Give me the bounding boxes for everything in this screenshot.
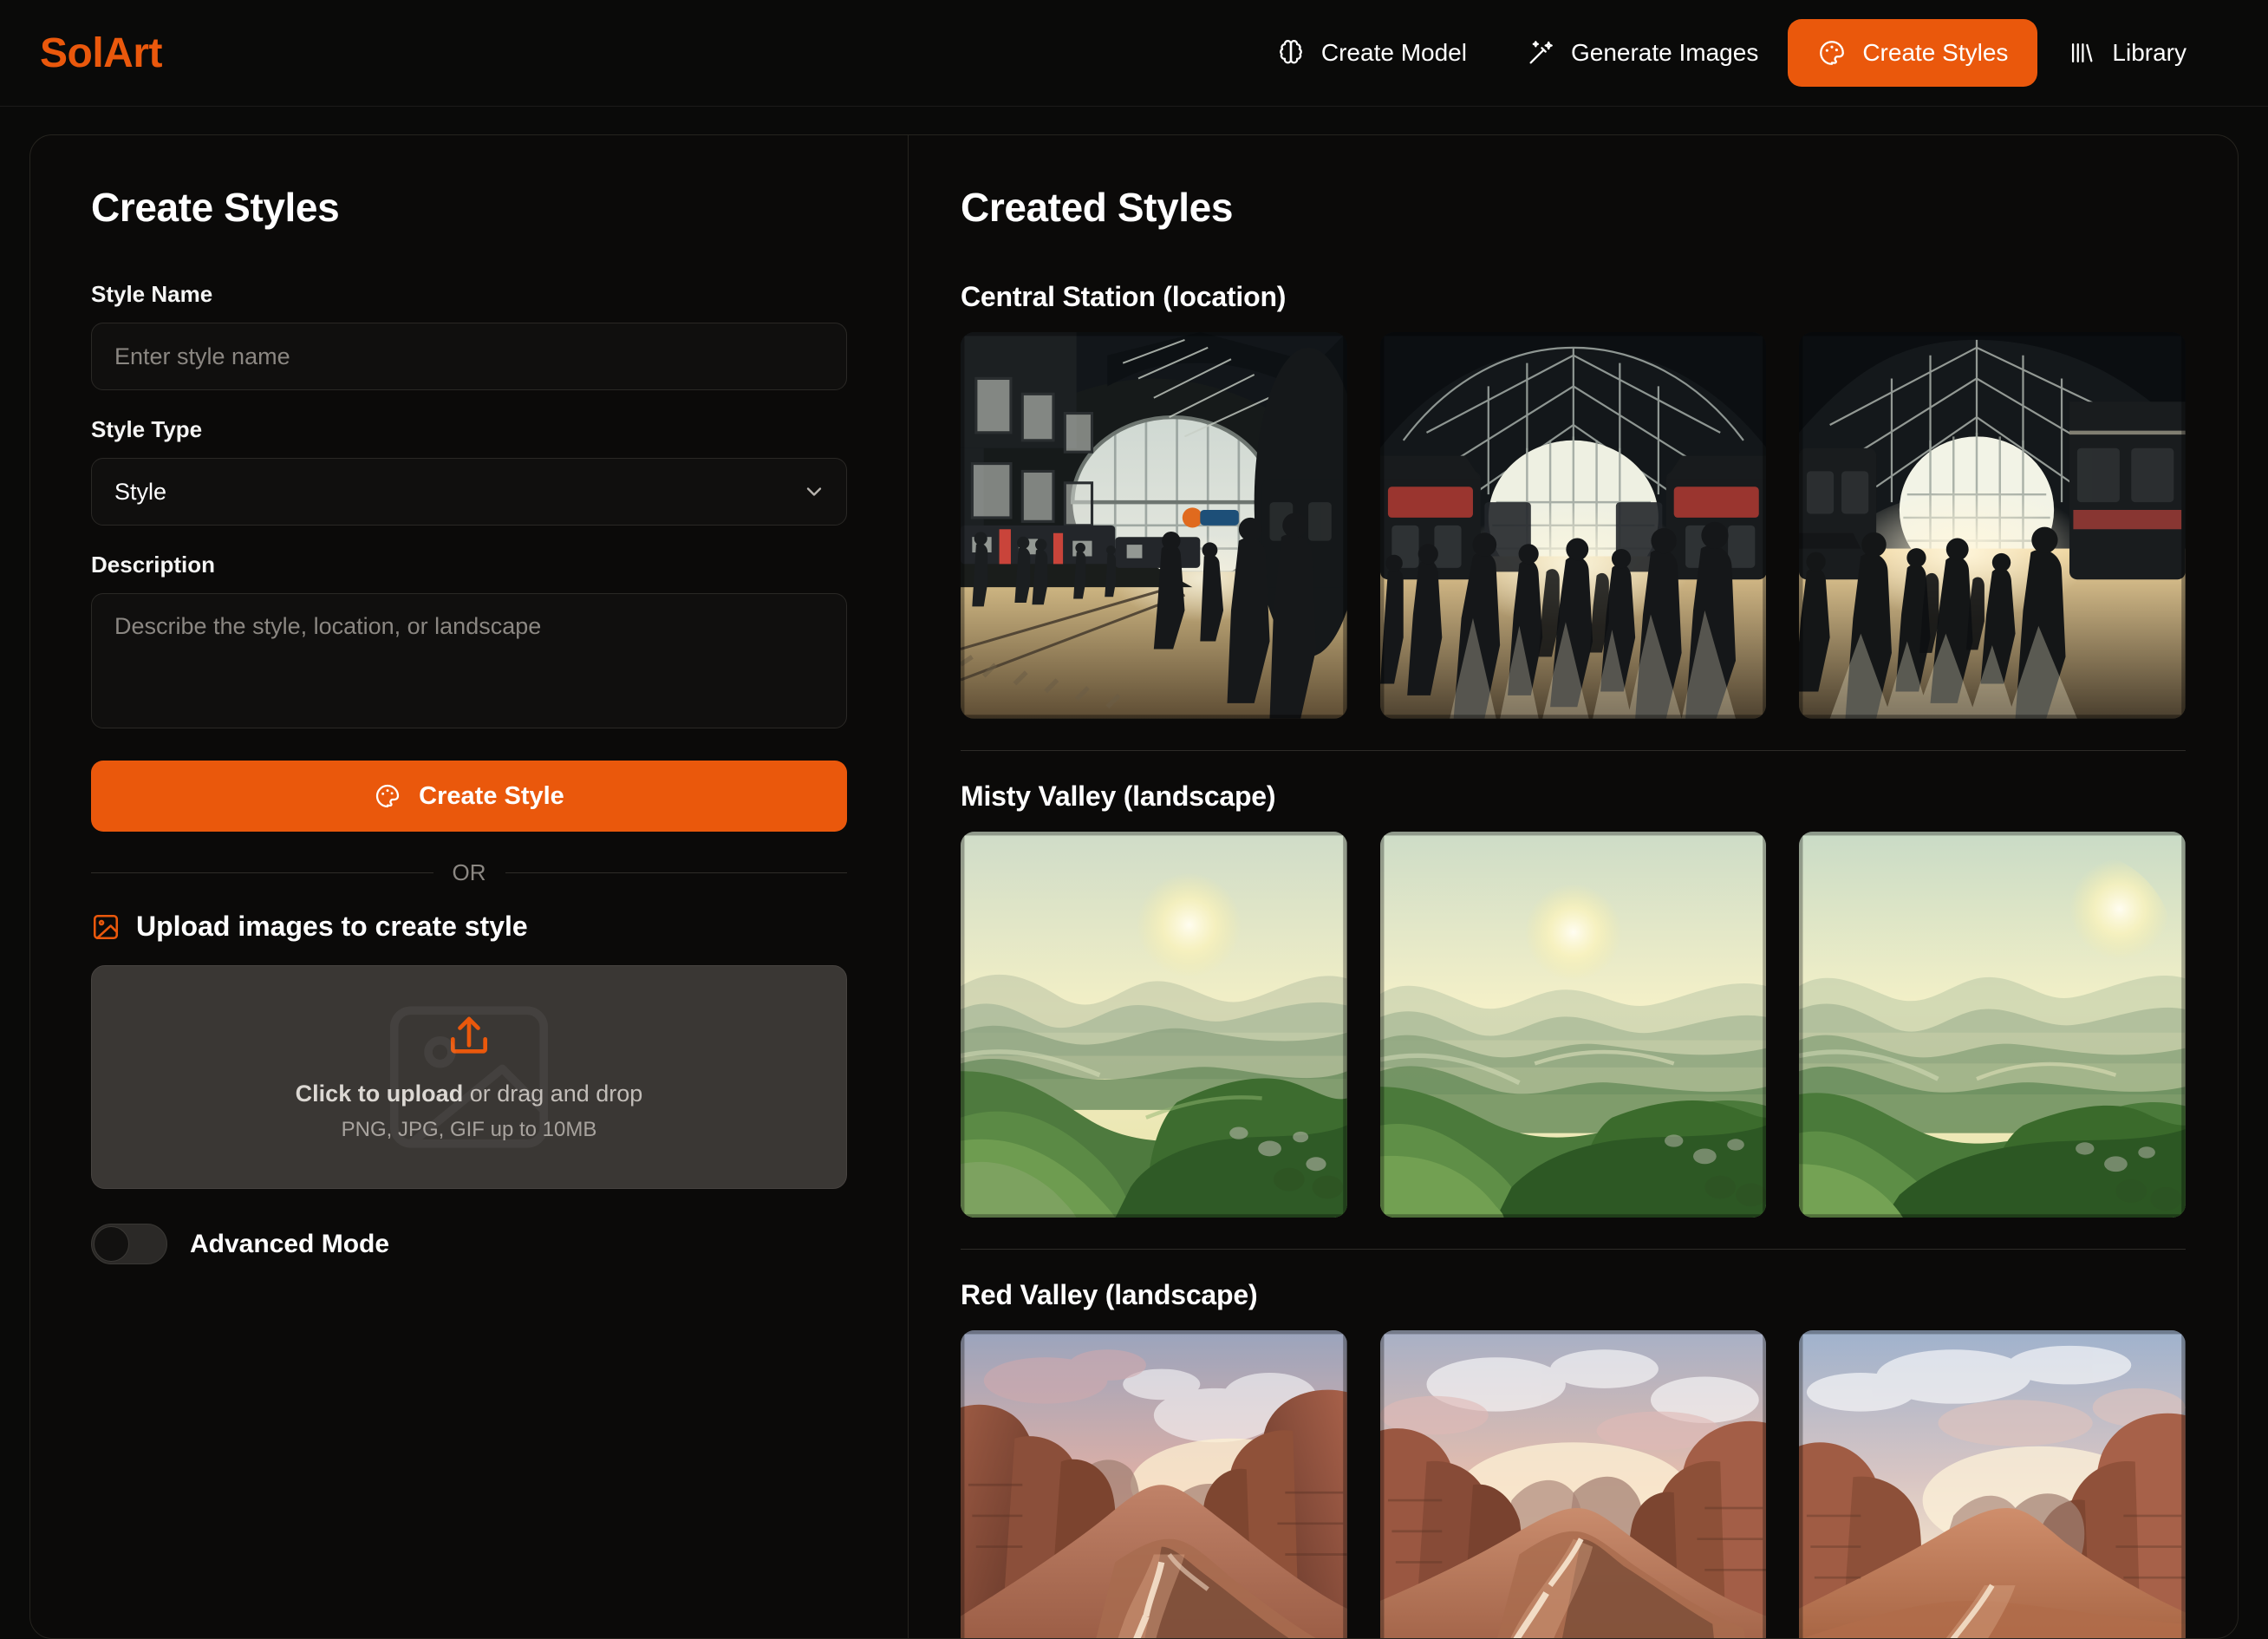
advanced-mode-row: Advanced Mode bbox=[91, 1224, 847, 1264]
style-group-misty-valley: Misty Valley (landscape) bbox=[961, 780, 2186, 1218]
toggle-knob bbox=[94, 1226, 129, 1262]
style-thumbnail-central-station-3[interactable] bbox=[1799, 332, 2186, 719]
divider-line-right bbox=[505, 872, 847, 873]
main-nav: Create Model Generate Images Create Styl… bbox=[1247, 19, 2216, 87]
style-type-label: Style Type bbox=[91, 416, 203, 442]
app-logo[interactable]: SolArt bbox=[40, 29, 163, 77]
style-type-selected-value: Style bbox=[114, 478, 167, 505]
top-navigation-bar: SolArt Create Model Generate Images Crea… bbox=[0, 0, 2268, 107]
description-label: Description bbox=[91, 552, 216, 578]
style-group-title: Red Valley (landscape) bbox=[961, 1279, 1258, 1311]
palette-icon bbox=[1817, 38, 1847, 68]
style-group-central-station: Central Station (location) bbox=[961, 281, 2186, 719]
style-group-red-valley: Red Valley (landscape) bbox=[961, 1279, 2186, 1638]
nav-label: Library bbox=[2112, 39, 2187, 66]
description-textarea[interactable] bbox=[91, 593, 847, 728]
or-divider-label: OR bbox=[452, 859, 486, 885]
style-type-select[interactable]: Style bbox=[91, 458, 847, 526]
dropzone-drag-text: or drag and drop bbox=[463, 1080, 643, 1107]
divider-line-left bbox=[91, 872, 433, 873]
upload-heading-label: Upload images to create style bbox=[136, 911, 528, 942]
books-icon bbox=[2067, 38, 2096, 68]
style-thumbnail-grid bbox=[961, 1330, 2186, 1638]
advanced-mode-toggle[interactable] bbox=[91, 1224, 167, 1264]
description-field-group: Description bbox=[91, 552, 847, 733]
upload-arrow-icon bbox=[445, 1013, 493, 1061]
image-icon bbox=[91, 912, 121, 942]
palette-icon bbox=[374, 782, 401, 810]
style-thumbnail-misty-valley-2[interactable] bbox=[1379, 831, 1767, 1218]
page-title: Create Styles bbox=[91, 185, 340, 230]
style-name-input[interactable] bbox=[91, 323, 847, 390]
create-style-button-label: Create Style bbox=[419, 781, 564, 810]
style-thumbnail-central-station-1[interactable] bbox=[961, 332, 1347, 719]
style-thumbnail-grid bbox=[961, 332, 2186, 719]
magic-wand-icon bbox=[1526, 38, 1555, 68]
style-thumbnail-misty-valley-3[interactable] bbox=[1799, 831, 2186, 1218]
style-thumbnail-red-valley-1[interactable] bbox=[961, 1330, 1347, 1638]
created-styles-title: Created Styles bbox=[961, 185, 1233, 230]
brain-icon bbox=[1276, 38, 1306, 68]
created-styles-panel: Created Styles Central Station (location… bbox=[909, 135, 2238, 1638]
advanced-mode-label: Advanced Mode bbox=[190, 1229, 390, 1258]
dropzone-formats-text: PNG, JPG, GIF up to 10MB bbox=[341, 1117, 597, 1141]
group-divider bbox=[961, 1249, 2186, 1250]
style-group-title: Misty Valley (landscape) bbox=[961, 780, 1276, 812]
style-group-title: Central Station (location) bbox=[961, 281, 1287, 312]
upload-dropzone[interactable]: Click to upload or drag and drop PNG, JP… bbox=[91, 965, 847, 1189]
nav-item-library[interactable]: Library bbox=[2037, 19, 2216, 87]
dropzone-click-text: Click to upload bbox=[295, 1080, 464, 1107]
style-name-label: Style Name bbox=[91, 281, 213, 307]
style-thumbnail-red-valley-3[interactable] bbox=[1799, 1330, 2186, 1638]
nav-label: Create Styles bbox=[1862, 39, 2009, 66]
create-style-button[interactable]: Create Style bbox=[91, 761, 847, 832]
style-name-field-group: Style Name bbox=[91, 281, 847, 390]
image-placeholder-icon bbox=[356, 977, 582, 1177]
style-thumbnail-grid bbox=[961, 831, 2186, 1218]
style-thumbnail-red-valley-2[interactable] bbox=[1379, 1330, 1767, 1638]
style-thumbnail-central-station-2[interactable] bbox=[1379, 332, 1767, 719]
nav-label: Create Model bbox=[1320, 39, 1467, 66]
dropzone-primary-text: Click to upload or drag and drop bbox=[296, 1081, 643, 1107]
nav-label: Generate Images bbox=[1570, 39, 1759, 66]
nav-item-generate-images[interactable]: Generate Images bbox=[1496, 19, 1788, 87]
create-styles-form-panel: Create Styles Style Name Style Type Styl… bbox=[30, 135, 909, 1638]
style-type-field-group: Style Type Style bbox=[91, 416, 847, 526]
upload-section-heading: Upload images to create style bbox=[91, 911, 847, 943]
nav-item-create-styles[interactable]: Create Styles bbox=[1788, 19, 2038, 87]
group-divider bbox=[961, 749, 2186, 751]
style-thumbnail-misty-valley-1[interactable] bbox=[961, 831, 1347, 1218]
nav-item-create-model[interactable]: Create Model bbox=[1247, 19, 1496, 87]
or-divider: OR bbox=[91, 859, 847, 886]
main-container: Create Styles Style Name Style Type Styl… bbox=[29, 134, 2239, 1639]
